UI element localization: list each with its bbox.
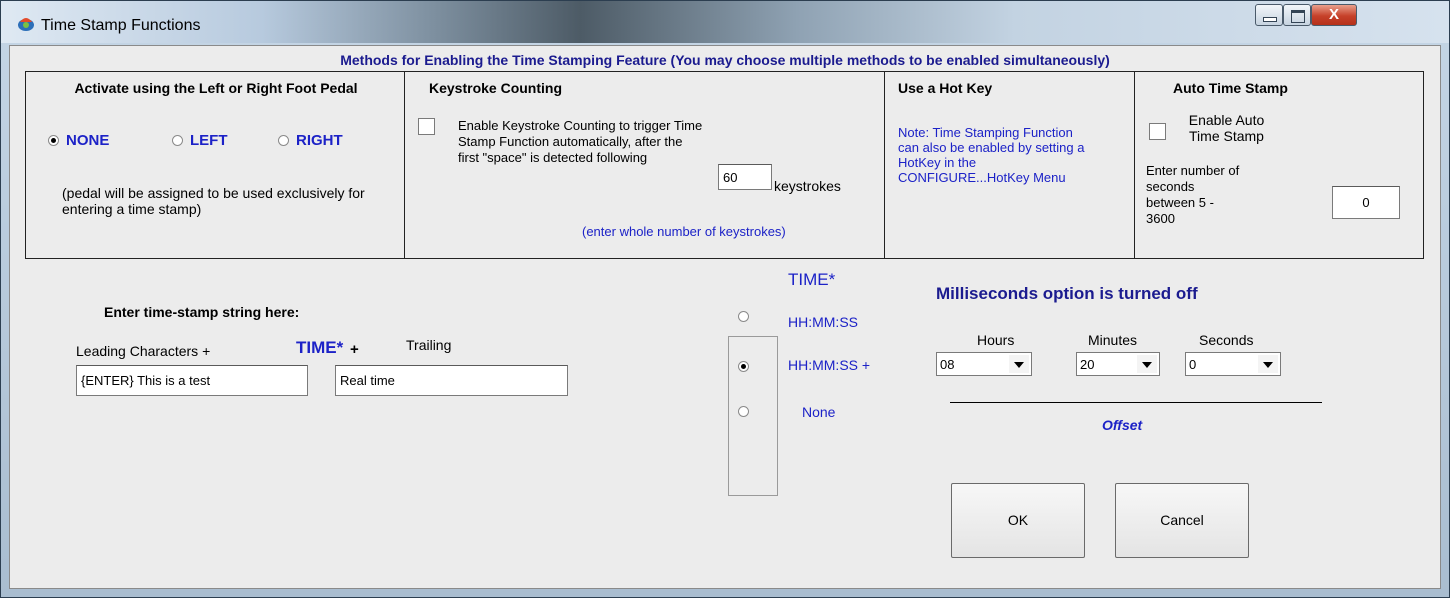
app-icon — [18, 18, 34, 31]
auto-stamp-enable-label[interactable]: Enable Auto Time Stamp — [1179, 112, 1274, 144]
offset-divider — [950, 402, 1322, 403]
cancel-button[interactable]: Cancel — [1115, 483, 1249, 558]
stamp-string-label: Enter time-stamp string here: — [104, 304, 300, 320]
hours-dropdown[interactable]: 08 — [936, 352, 1032, 376]
plus-label: + — [350, 341, 359, 358]
minutes-dropdown[interactable]: 20 — [1076, 352, 1160, 376]
auto-stamp-section: Auto Time Stamp Enable Auto Time Stamp E… — [1135, 72, 1423, 258]
leading-characters-label: Leading Characters + — [76, 343, 211, 359]
format-none-label[interactable]: None — [802, 404, 835, 420]
methods-panel: Activate using the Left or Right Foot Pe… — [25, 71, 1424, 259]
hotkey-section: Use a Hot Key Note: Time Stamping Functi… — [885, 72, 1135, 258]
pedal-note: (pedal will be assigned to be used exclu… — [62, 185, 365, 217]
keystroke-unit-label: keystrokes — [774, 178, 841, 194]
pedal-none-radio[interactable] — [48, 135, 59, 146]
chevron-down-icon[interactable] — [1137, 355, 1157, 373]
format-hhmmss-label[interactable]: HH:MM:SS — [788, 314, 858, 330]
keystroke-count-input[interactable] — [718, 164, 772, 190]
seconds-label: Seconds — [1199, 332, 1254, 348]
minutes-label: Minutes — [1088, 332, 1138, 348]
format-hhmmss-plus-radio[interactable] — [738, 361, 749, 372]
leading-characters-input[interactable] — [76, 365, 308, 396]
seconds-value: 0 — [1189, 357, 1197, 372]
hours-label: Hours — [977, 332, 1015, 348]
time-format-title: TIME* — [788, 270, 836, 289]
foot-pedal-section: Activate using the Left or Right Foot Pe… — [26, 72, 405, 258]
minutes-value: 20 — [1080, 357, 1095, 372]
pedal-none-label[interactable]: NONE — [66, 132, 109, 149]
keystroke-enable-label[interactable]: Enable Keystroke Counting to trigger Tim… — [458, 118, 706, 166]
dialog-client-area: Methods for Enabling the Time Stamping F… — [9, 45, 1441, 589]
format-hhmmss-plus-label[interactable]: HH:MM:SS + — [788, 357, 870, 373]
time-stamp-dialog: Time Stamp Functions X Methods for Enabl… — [0, 0, 1450, 598]
time-token-label: TIME* — [296, 338, 344, 357]
trailing-label: Trailing — [406, 337, 452, 353]
methods-banner: Methods for Enabling the Time Stamping F… — [340, 52, 1110, 68]
pedal-left-radio[interactable] — [172, 135, 183, 146]
close-button[interactable]: X — [1311, 4, 1357, 26]
trailing-characters-input[interactable] — [335, 365, 568, 396]
auto-stamp-prompt: Enter number of seconds between 5 - 3600 — [1146, 163, 1240, 226]
auto-stamp-seconds-input[interactable] — [1332, 186, 1400, 219]
ok-button[interactable]: OK — [951, 483, 1085, 558]
offset-caption: Offset — [1102, 417, 1143, 433]
milliseconds-status: Milliseconds option is turned off — [936, 284, 1198, 303]
close-icon: X — [1328, 6, 1339, 23]
hotkey-note: Note: Time Stamping Function can also be… — [898, 125, 1085, 185]
hours-value: 08 — [940, 357, 955, 372]
title-bar[interactable]: Time Stamp Functions X — [1, 1, 1449, 43]
chevron-down-icon[interactable] — [1258, 355, 1278, 373]
auto-stamp-title: Auto Time Stamp — [1173, 80, 1288, 96]
window-title: Time Stamp Functions — [41, 17, 201, 34]
format-none-radio[interactable] — [738, 406, 749, 417]
maximize-button[interactable] — [1283, 4, 1311, 26]
pedal-left-label[interactable]: LEFT — [190, 132, 228, 149]
minimize-button[interactable] — [1255, 4, 1283, 26]
foot-pedal-title: Activate using the Left or Right Foot Pe… — [74, 80, 358, 96]
keystroke-enable-checkbox[interactable] — [418, 118, 435, 135]
maximize-icon — [1291, 10, 1305, 23]
hotkey-title: Use a Hot Key — [898, 80, 993, 96]
keystroke-hint: (enter whole number of keystrokes) — [582, 224, 786, 239]
seconds-dropdown[interactable]: 0 — [1185, 352, 1281, 376]
chevron-down-icon[interactable] — [1009, 355, 1029, 373]
pedal-right-radio[interactable] — [278, 135, 289, 146]
keystroke-section: Keystroke Counting Enable Keystroke Coun… — [405, 72, 885, 258]
time-format-group — [728, 336, 778, 496]
minimize-icon — [1263, 17, 1277, 22]
pedal-right-label[interactable]: RIGHT — [296, 132, 343, 149]
format-hhmmss-radio[interactable] — [738, 311, 749, 322]
keystroke-title: Keystroke Counting — [429, 80, 563, 96]
auto-stamp-enable-checkbox[interactable] — [1149, 123, 1166, 140]
